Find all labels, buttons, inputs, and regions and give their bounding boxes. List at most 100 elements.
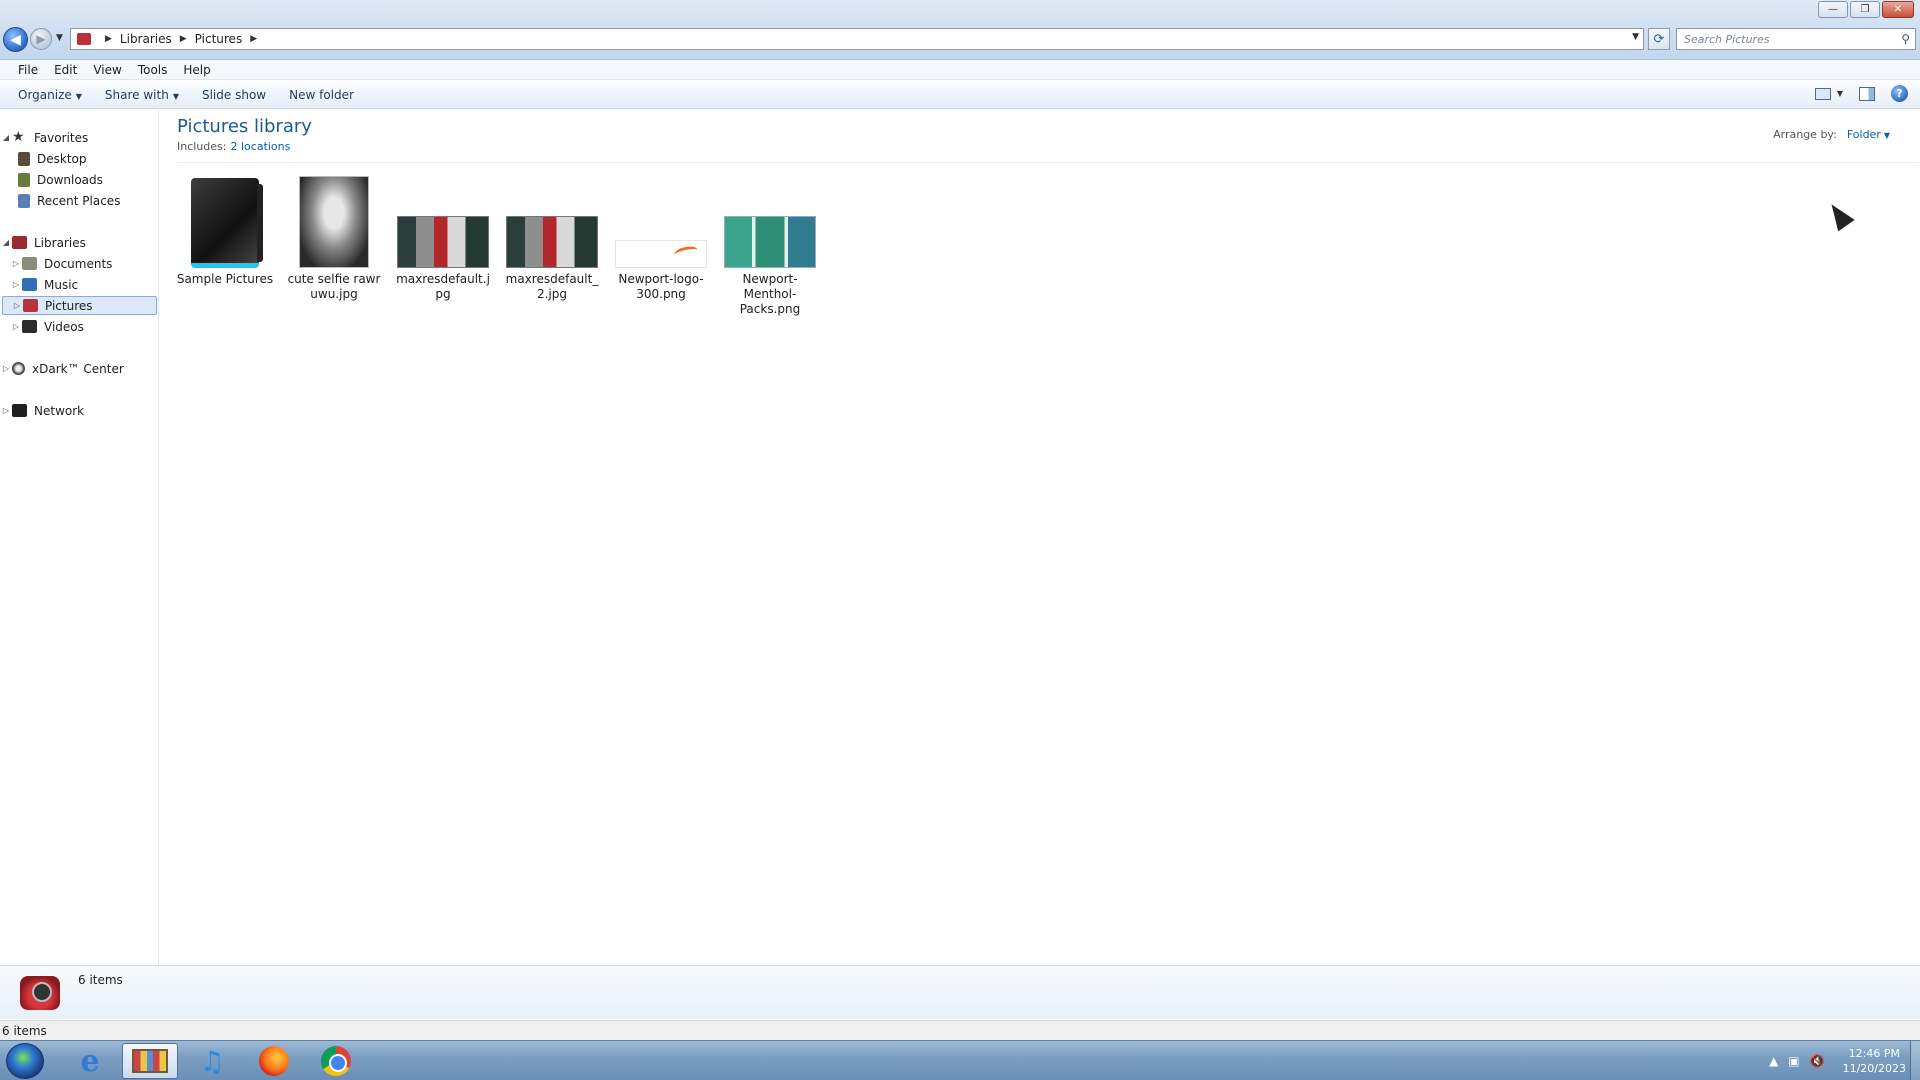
network-status-icon[interactable]: ▣ <box>1788 1054 1799 1068</box>
breadcrumb-libraries[interactable]: Libraries <box>120 32 172 46</box>
expander-closed-icon[interactable]: ▷ <box>10 280 22 289</box>
breadcrumb-chevron-icon[interactable]: ▶ <box>105 34 112 44</box>
taskbar: e ♫ ▲ ▣ 🔇 12:46 PM 11/20/2023 <box>0 1040 1920 1080</box>
file-name: cute selfie rawr uwu.jpg <box>287 272 381 301</box>
address-bar[interactable]: ▶ Libraries ▶ Pictures ▶ ▼ <box>70 28 1644 50</box>
command-bar: Organize ▼ Share with ▼ Slide show New fol… <box>0 81 1920 109</box>
expander-closed-icon[interactable]: ▷ <box>0 364 12 373</box>
minimize-button[interactable]: — <box>1818 1 1848 18</box>
nav-xdark-center[interactable]: ▷ xDark™ Center <box>0 359 157 378</box>
share-with-button[interactable]: Share with ▼ <box>97 88 194 102</box>
back-arrow-icon: ◀ <box>10 31 21 48</box>
nav-desktop[interactable]: Desktop <box>0 149 157 168</box>
nav-recent-places[interactable]: Recent Places <box>0 191 157 210</box>
new-folder-button[interactable]: New folder <box>281 88 369 102</box>
breadcrumb-chevron-icon[interactable]: ▶ <box>180 34 187 44</box>
menu-help[interactable]: Help <box>175 63 218 77</box>
close-button[interactable]: ✕ <box>1882 1 1914 18</box>
menu-tools[interactable]: Tools <box>130 63 176 77</box>
back-button[interactable]: ◀ <box>3 27 28 52</box>
slide-show-button[interactable]: Slide show <box>194 88 281 102</box>
nav-downloads[interactable]: Downloads <box>0 170 157 189</box>
preview-pane-icon[interactable] <box>1859 86 1875 101</box>
firefox-icon <box>259 1046 289 1076</box>
taskbar-chrome[interactable] <box>308 1043 364 1079</box>
refresh-button[interactable]: ⟳ <box>1648 28 1670 50</box>
expander-closed-icon[interactable]: ▷ <box>0 406 12 415</box>
file-item-maxresdefault[interactable]: maxresdefault.jpg <box>393 172 493 302</box>
forward-button[interactable]: ▶ <box>30 28 52 50</box>
includes-locations-link[interactable]: 2 locations <box>230 140 290 153</box>
taskbar-windows-explorer[interactable] <box>122 1043 178 1079</box>
file-name: maxresdefault_2.jpg <box>505 272 599 301</box>
includes-label: Includes: <box>177 140 227 153</box>
search-input[interactable] <box>1684 32 1884 46</box>
menu-file[interactable]: File <box>10 63 46 77</box>
start-button[interactable] <box>6 1043 44 1079</box>
photo-thumbnail <box>724 216 816 268</box>
navigation-pane[interactable]: ◢ ★ Favorites Desktop Downloads Recent P… <box>0 110 159 965</box>
file-item-sample-pictures[interactable]: Sample Pictures <box>175 172 275 302</box>
nav-label: Pictures <box>45 298 93 313</box>
help-icon[interactable]: ? <box>1891 85 1908 102</box>
nav-pictures[interactable]: ▷ Pictures <box>2 296 157 315</box>
search-icon[interactable]: ⚲ <box>1901 32 1910 46</box>
file-name: maxresdefault.jpg <box>396 272 490 301</box>
photo-thumbnail <box>397 216 489 268</box>
show-desktop-button[interactable] <box>1910 1041 1920 1080</box>
nav-network[interactable]: ▷ Network <box>0 401 157 420</box>
recent-pages-dropdown[interactable]: ▼ <box>56 33 63 43</box>
desktop-icon <box>18 151 30 166</box>
arrange-by-dropdown[interactable]: Folder ▼ <box>1847 128 1890 141</box>
nav-label: Favorites <box>34 130 89 145</box>
file-list-area[interactable]: Pictures library Includes: 2 locations Ar… <box>160 110 1920 965</box>
search-box[interactable]: ⚲ <box>1676 28 1916 50</box>
expander-closed-icon[interactable]: ▷ <box>10 322 22 331</box>
expander-closed-icon[interactable]: ▷ <box>11 301 23 310</box>
organize-button[interactable]: Organize ▼ <box>10 88 97 102</box>
file-item-maxresdefault-2[interactable]: maxresdefault_2.jpg <box>502 172 602 302</box>
nav-music[interactable]: ▷ Music <box>0 275 157 294</box>
nav-libraries[interactable]: ◢ Libraries <box>0 233 157 252</box>
nav-label: xDark™ Center <box>32 361 124 376</box>
breadcrumb-pictures[interactable]: Pictures <box>195 32 243 46</box>
address-history-dropdown[interactable]: ▼ <box>1632 32 1639 42</box>
clock[interactable]: 12:46 PM 11/20/2023 <box>1843 1046 1906 1076</box>
itunes-icon: ♫ <box>199 1044 225 1078</box>
change-view-icon[interactable] <box>1814 87 1831 100</box>
view-options-dropdown[interactable]: ▼ <box>1837 89 1843 98</box>
volume-muted-icon[interactable]: 🔇 <box>1810 1054 1825 1068</box>
expander-open-icon[interactable]: ◢ <box>0 133 12 142</box>
videos-icon <box>22 320 37 333</box>
window-controls: — ❐ ✕ <box>1818 1 1914 18</box>
file-name: Newport-Menthol-Packs.png <box>739 272 801 316</box>
nav-documents[interactable]: ▷ Documents <box>0 254 157 273</box>
breadcrumb-chevron-icon[interactable]: ▶ <box>250 34 257 44</box>
arrange-by-value: Folder <box>1846 128 1881 141</box>
nav-label: Network <box>34 403 85 418</box>
expander-closed-icon[interactable]: ▷ <box>10 259 22 268</box>
network-icon <box>12 404 27 417</box>
show-hidden-icons-icon[interactable]: ▲ <box>1769 1054 1778 1068</box>
file-item-newport-logo[interactable]: Newport-logo-300.png <box>611 172 711 302</box>
nav-favorites[interactable]: ◢ ★ Favorites <box>0 128 157 147</box>
libraries-icon <box>12 236 27 249</box>
status-item-count: 6 items <box>2 1024 47 1038</box>
nav-label: Recent Places <box>37 193 121 208</box>
music-icon <box>22 278 37 291</box>
nav-videos[interactable]: ▷ Videos <box>0 317 157 336</box>
pictures-icon <box>23 299 38 312</box>
folder-icon <box>191 178 263 268</box>
maximize-button[interactable]: ❐ <box>1850 1 1880 18</box>
taskbar-itunes[interactable]: ♫ <box>184 1043 240 1079</box>
arrange-by: Arrange by: Folder ▼ <box>1773 128 1890 141</box>
details-pane: 6 items <box>0 965 1920 1019</box>
menu-view[interactable]: View <box>85 63 129 77</box>
expander-open-icon[interactable]: ◢ <box>0 238 12 247</box>
file-item-cute-selfie[interactable]: cute selfie rawr uwu.jpg <box>284 172 384 302</box>
file-item-newport-menthol-packs[interactable]: Newport-Menthol-Packs.png <box>720 172 820 316</box>
menu-edit[interactable]: Edit <box>46 63 85 77</box>
taskbar-firefox[interactable] <box>246 1043 302 1079</box>
nav-label: Videos <box>44 319 84 334</box>
taskbar-internet-explorer[interactable]: e <box>62 1043 118 1079</box>
